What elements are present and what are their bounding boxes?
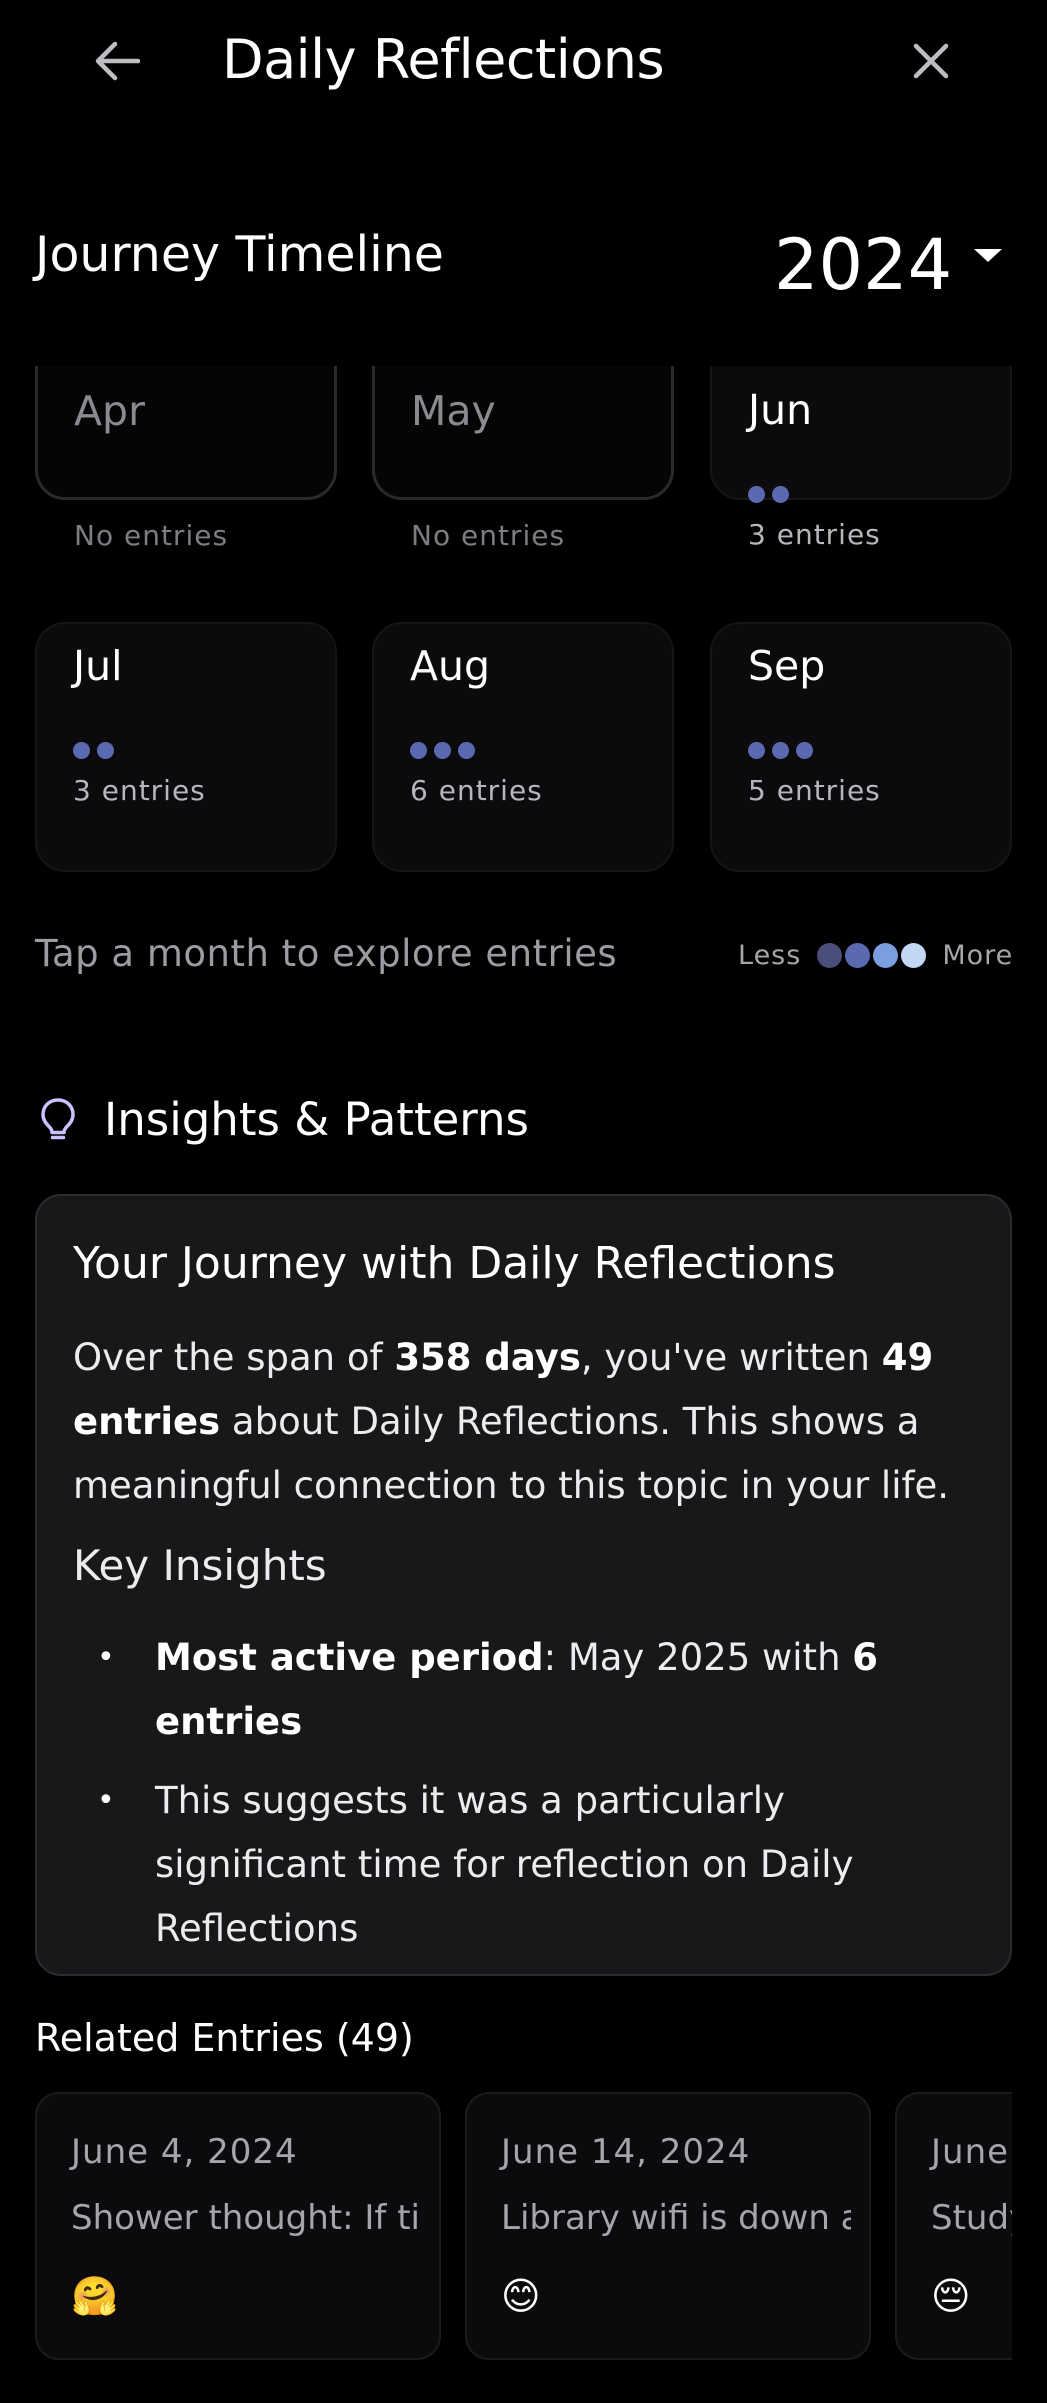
insight-card-title: Your Journey with Daily Reflections <box>73 1238 836 1289</box>
arrow-left-icon <box>95 41 140 81</box>
lightbulb-icon <box>41 1097 75 1139</box>
legend-dot <box>901 942 927 968</box>
activity-dot <box>748 742 765 759</box>
insights-header: Insights & Patterns <box>40 1093 529 1146</box>
close-icon <box>913 43 949 79</box>
entry-date: June <box>931 2132 1010 2172</box>
timeline-title: Journey Timeline <box>35 226 444 283</box>
month-name: May <box>411 387 496 435</box>
legend-dot <box>817 942 843 968</box>
month-count: 6 entries <box>410 774 543 807</box>
insight-summary: Over the span of 358 days, you've writte… <box>73 1326 993 1518</box>
activity-dot <box>434 742 451 759</box>
activity-dot <box>772 486 789 503</box>
activity-dot <box>458 742 475 759</box>
year-value: 2024 <box>774 224 953 306</box>
month-name: Jun <box>748 386 813 434</box>
activity-dot <box>796 742 813 759</box>
page-title: Daily Reflections <box>222 28 665 91</box>
activity-dot <box>748 486 765 503</box>
legend-dot <box>845 942 871 968</box>
activity-dots <box>73 742 114 759</box>
month-count: 5 entries <box>748 774 881 807</box>
month-card-jun[interactable]: Jun 3 entries <box>710 366 1012 551</box>
month-grid[interactable]: Apr No entries May No entries Jun 3 entr… <box>0 366 1047 886</box>
month-card-apr[interactable]: Apr No entries <box>35 366 337 552</box>
mood-emoji-icon: 🤗 <box>71 2274 119 2318</box>
activity-dot <box>410 742 427 759</box>
insight-bullet: Most active period: May 2025 with 6 entr… <box>97 1626 985 1754</box>
month-name: Aug <box>410 642 491 690</box>
activity-dot <box>73 742 90 759</box>
month-card-sep[interactable]: Sep 5 entries <box>710 622 1012 872</box>
entry-card[interactable]: June 4, 2024 Shower thought: If time hea… <box>35 2092 441 2360</box>
close-button[interactable] <box>900 30 962 92</box>
entry-card[interactable]: June 14, 2024 Library wifi is down again… <box>465 2092 871 2360</box>
activity-dots <box>748 486 789 503</box>
activity-dots <box>748 742 813 759</box>
entry-date: June 14, 2024 <box>501 2132 751 2172</box>
entry-preview: Shower thought: If time heals everything <box>71 2198 421 2238</box>
month-name: Jul <box>73 642 123 690</box>
back-button[interactable] <box>86 30 148 92</box>
activity-dot <box>97 742 114 759</box>
month-card-jul[interactable]: Jul 3 entries <box>35 622 337 872</box>
caret-down-icon <box>974 248 1003 262</box>
activity-dots <box>410 742 475 759</box>
bullet-bold: Most active period <box>155 1636 544 1679</box>
entry-date: June 4, 2024 <box>71 2132 298 2172</box>
legend-scale <box>817 942 927 968</box>
key-insights-title: Key Insights <box>73 1541 327 1590</box>
month-count: 3 entries <box>73 774 206 807</box>
activity-legend: Less More <box>738 935 1013 975</box>
legend-more: More <box>942 939 1014 971</box>
summary-text: , you've written <box>580 1336 882 1379</box>
year-dropdown[interactable]: 2024 <box>774 220 1003 310</box>
entry-preview: Study strain <box>931 2198 1012 2238</box>
related-entries-carousel[interactable]: June 4, 2024 Shower thought: If time hea… <box>35 2092 1012 2362</box>
month-card-may[interactable]: May No entries <box>372 366 674 552</box>
month-count: No entries <box>411 519 566 552</box>
activity-dot <box>772 742 789 759</box>
month-count: No entries <box>74 519 229 552</box>
summary-text: Over the span of <box>73 1336 395 1379</box>
month-name: Sep <box>748 642 826 690</box>
insights-title: Insights & Patterns <box>104 1093 529 1146</box>
timeline-hint: Tap a month to explore entries <box>35 932 618 975</box>
month-name: Apr <box>74 387 145 435</box>
mood-emoji-icon: 😔 <box>931 2274 971 2318</box>
summary-days: 358 days <box>394 1336 581 1379</box>
insight-card: Your Journey with Daily Reflections Over… <box>35 1194 1012 1976</box>
insight-bullet: This suggests it was a particularly sign… <box>97 1769 985 1961</box>
mood-emoji-icon: 😊 <box>501 2274 541 2318</box>
month-count: 3 entries <box>748 518 881 551</box>
related-title: Related Entries (49) <box>35 2016 414 2060</box>
entry-card[interactable]: June Study strain 😔 <box>895 2092 1012 2360</box>
legend-less: Less <box>738 939 802 971</box>
top-bar: Daily Reflections <box>0 0 1047 130</box>
month-card-aug[interactable]: Aug 6 entries <box>372 622 674 872</box>
legend-dot <box>873 942 899 968</box>
entry-preview: Library wifi is down again How am I <box>501 2198 851 2238</box>
bullet-text: : May 2025 with <box>543 1636 853 1679</box>
